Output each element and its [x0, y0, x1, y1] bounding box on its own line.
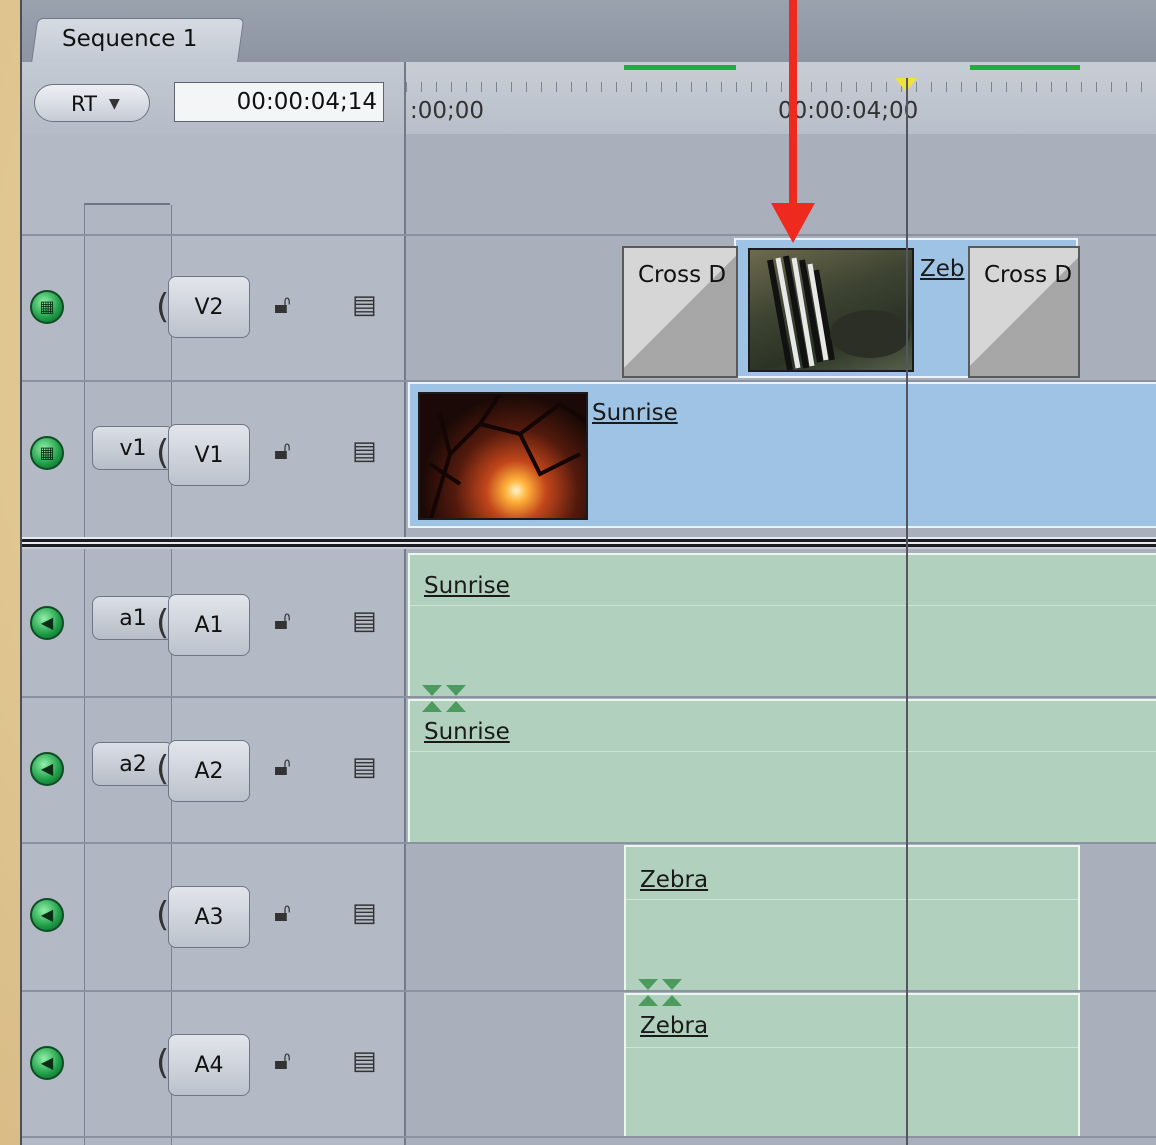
track-separator: [22, 842, 1156, 844]
video-clip-sunrise[interactable]: Sunrise: [408, 382, 1156, 528]
rt-label: RT: [71, 92, 97, 116]
speaker-icon: ◀: [40, 613, 54, 632]
film-icon: ▦: [39, 443, 55, 462]
dest-track-v2[interactable]: V2: [168, 276, 250, 338]
dest-track-a3[interactable]: A3: [168, 886, 250, 948]
auto-select-icon[interactable]: ▤: [352, 752, 377, 782]
auto-select-icon[interactable]: ▤: [352, 1046, 377, 1076]
clip-name: Sunrise: [424, 573, 510, 599]
current-timecode-field[interactable]: 00:00:04;14: [174, 82, 384, 122]
clip-thumbnail: [418, 392, 588, 520]
track-separator: [22, 696, 1156, 698]
auto-select-icon[interactable]: ▤: [352, 606, 377, 636]
lock-icon[interactable]: 🔓︎: [274, 606, 291, 637]
link-indicator-icon: [446, 701, 466, 712]
auto-select-icon[interactable]: ▤: [352, 898, 377, 928]
source-patch-column: [84, 205, 172, 1145]
render-status-bar: [624, 65, 736, 70]
dest-track-a1[interactable]: A1: [168, 594, 250, 656]
link-indicator-icon: [422, 685, 442, 696]
clip-thumbnail: [748, 248, 914, 372]
zebra-image: [767, 255, 910, 370]
ruler-label-start: :00;00: [410, 98, 485, 124]
track-visibility-button[interactable]: ◀: [30, 752, 64, 786]
clip-name: Zeb: [920, 256, 965, 282]
clip-name: Zebra: [640, 867, 709, 893]
speaker-icon: ◀: [40, 1053, 54, 1072]
tab-strip: Sequence 1: [22, 0, 1156, 65]
lock-icon[interactable]: 🔓︎: [274, 436, 291, 467]
tab-label: Sequence 1: [62, 26, 198, 52]
link-indicator-icon: [662, 995, 682, 1006]
track-visibility-button[interactable]: ▦: [30, 290, 64, 324]
audio-level-line: [410, 605, 1156, 606]
track-separator: [22, 234, 1156, 236]
lock-icon[interactable]: 🔓︎: [274, 1046, 291, 1077]
dest-track-a2[interactable]: A2: [168, 740, 250, 802]
film-icon: ▦: [39, 297, 55, 316]
link-indicator-icon: [446, 685, 466, 696]
transition-name: Cross D: [638, 262, 727, 288]
track-visibility-button[interactable]: ▦: [30, 436, 64, 470]
auto-select-icon[interactable]: ▤: [352, 436, 377, 466]
track-separator: [22, 1136, 1156, 1138]
audio-clip-zebra-a3[interactable]: Zebra: [624, 845, 1080, 990]
transition-name: Cross D: [984, 262, 1073, 288]
ruler-ticks: [406, 82, 1156, 92]
rt-popup-button[interactable]: RT ▼: [34, 84, 150, 122]
annotation-arrow: [789, 0, 797, 212]
audio-clip-sunrise-a2[interactable]: Sunrise: [408, 699, 1156, 842]
transition-cross-dissolve-right[interactable]: Cross D: [968, 246, 1080, 378]
link-indicator-icon: [638, 995, 658, 1006]
annotation-arrow-head: [771, 203, 815, 243]
ruler-label-mid: 00:00:04;00: [778, 98, 919, 124]
audio-clip-sunrise-a1[interactable]: Sunrise: [408, 553, 1156, 696]
transition-cross-dissolve-left[interactable]: Cross D: [622, 246, 738, 378]
audio-level-line: [626, 1047, 1078, 1048]
audio-level-line: [410, 751, 1156, 752]
track-visibility-button[interactable]: ◀: [30, 606, 64, 640]
dest-track-a4[interactable]: A4: [168, 1034, 250, 1096]
track-separator: [22, 990, 1156, 992]
speaker-icon: ◀: [40, 759, 54, 778]
auto-select-icon[interactable]: ▤: [352, 290, 377, 320]
link-indicator-icon: [662, 979, 682, 990]
clip-name: Zebra: [640, 1013, 709, 1039]
clip-name: Sunrise: [592, 400, 678, 426]
track-visibility-button[interactable]: ◀: [30, 1046, 64, 1080]
chevron-down-icon: ▼: [109, 96, 120, 112]
dest-track-v1[interactable]: V1: [168, 424, 250, 486]
link-indicator-icon: [422, 701, 442, 712]
lock-icon[interactable]: 🔓︎: [274, 752, 291, 783]
video-audio-divider[interactable]: [22, 537, 1156, 549]
clip-name: Sunrise: [424, 719, 510, 745]
render-status-bar: [970, 65, 1080, 70]
sunrise-image: [428, 394, 586, 518]
lock-icon[interactable]: 🔓︎: [274, 290, 291, 321]
link-indicator-icon: [638, 979, 658, 990]
track-visibility-button[interactable]: ◀: [30, 898, 64, 932]
lock-icon[interactable]: 🔓︎: [274, 898, 291, 929]
audio-clip-zebra-a4[interactable]: Zebra: [624, 993, 1080, 1136]
time-ruler[interactable]: :00;00 00:00:04;00: [404, 62, 1156, 134]
audio-level-line: [626, 899, 1078, 900]
speaker-icon: ◀: [40, 905, 54, 924]
timeline-window: Sequence 1 RT ▼ 00:00:04;14 :00;00 00:00…: [20, 0, 1156, 1145]
playhead-line[interactable]: [906, 78, 908, 1145]
